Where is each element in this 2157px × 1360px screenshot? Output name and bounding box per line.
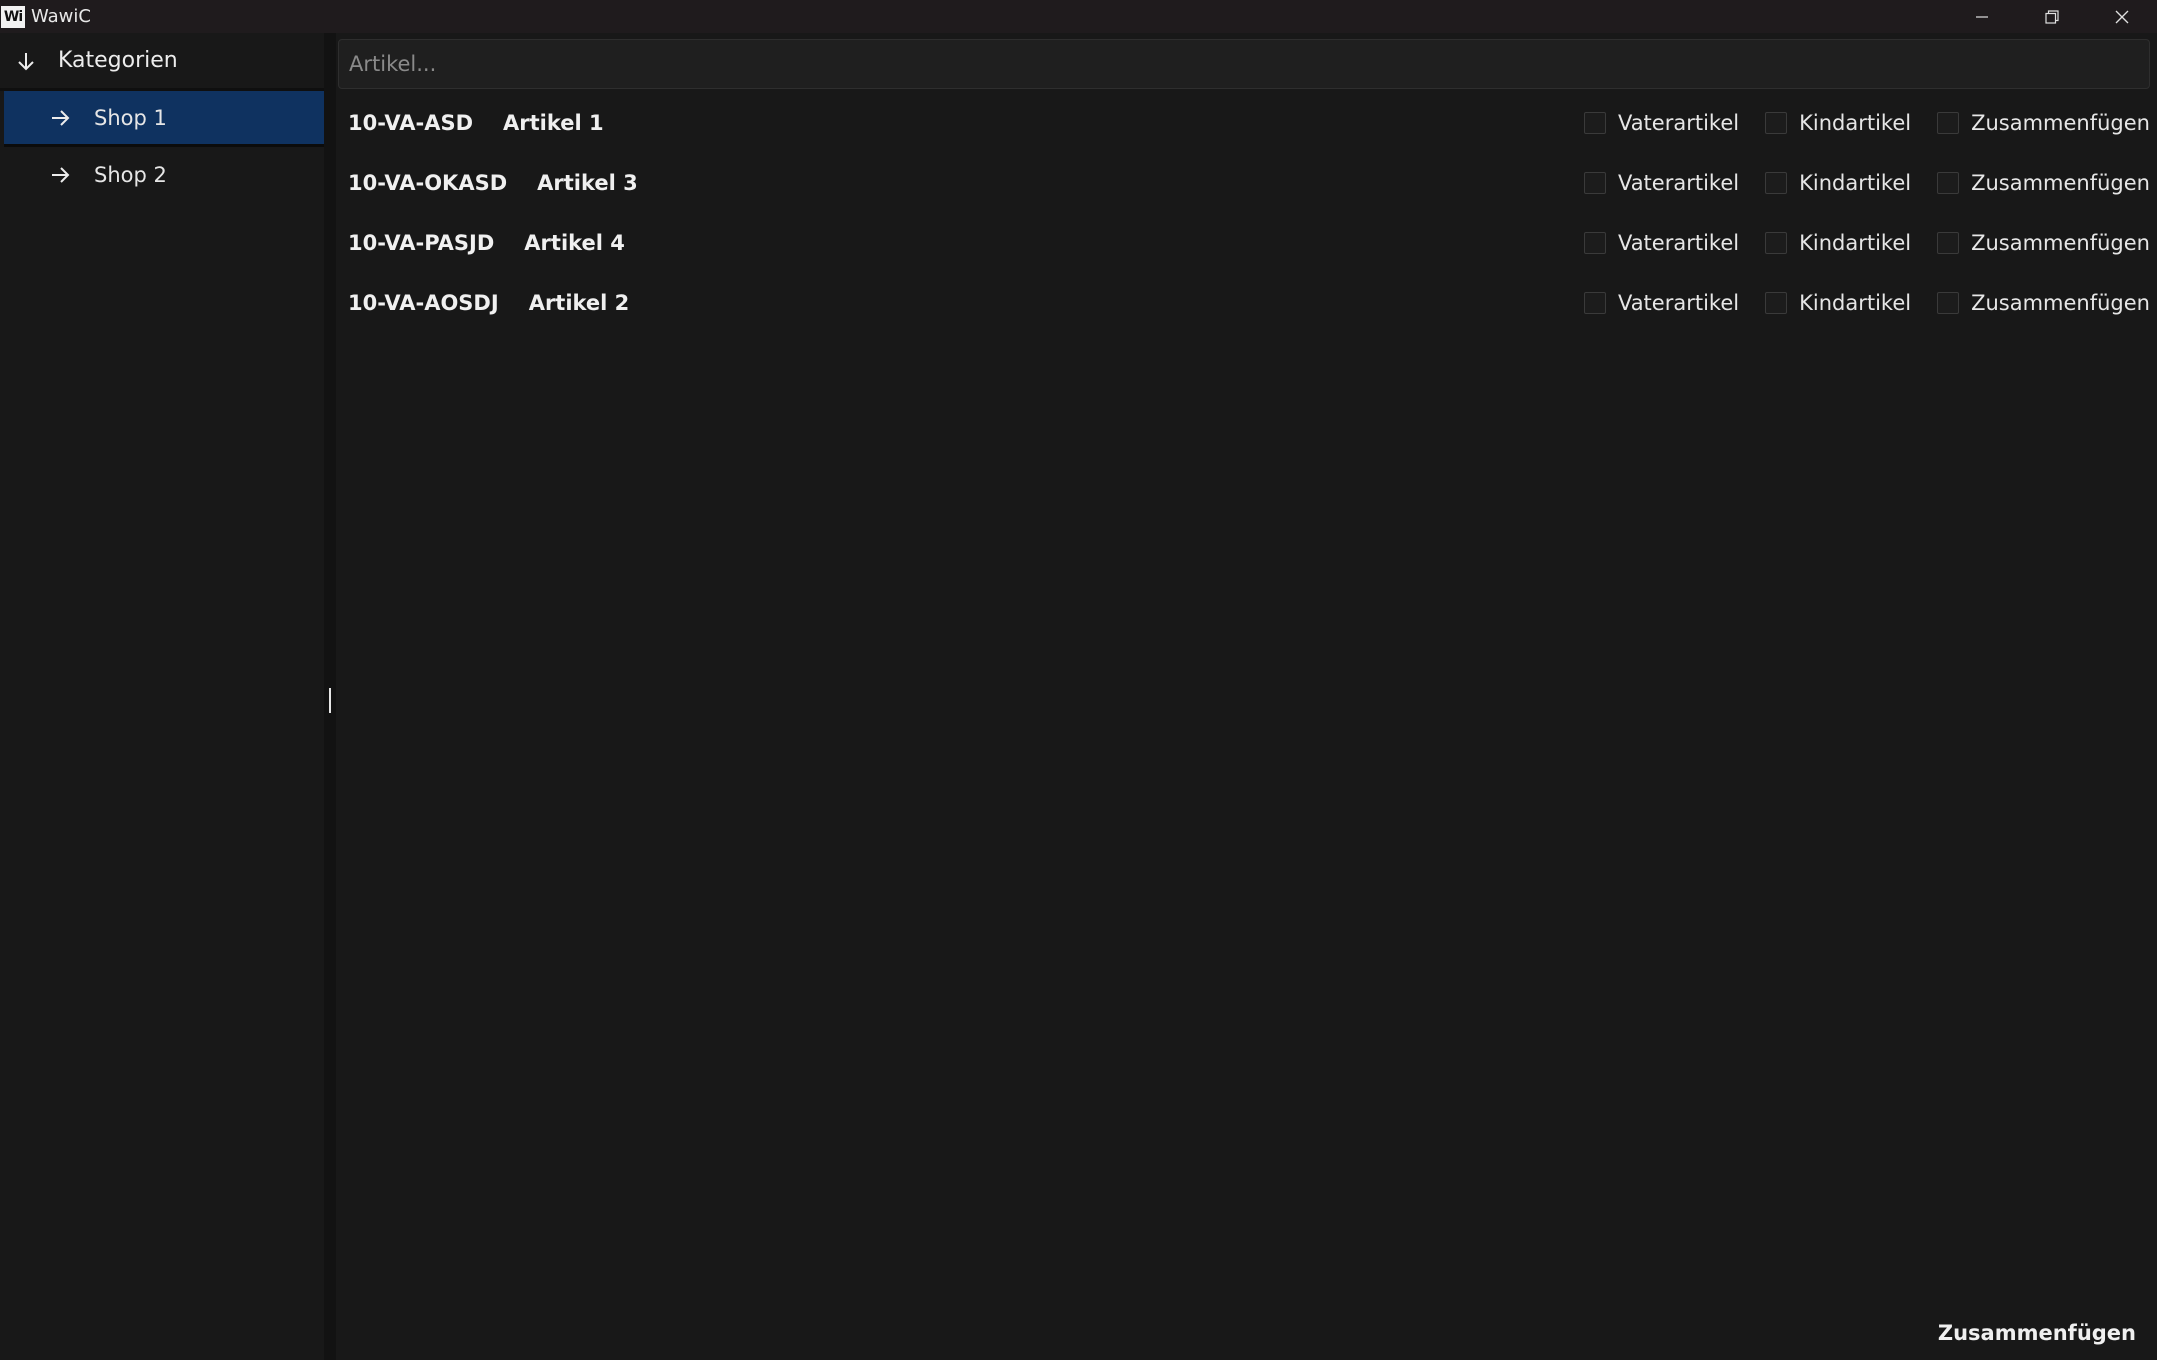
parent-article-label: Vaterartikel bbox=[1617, 171, 1740, 195]
text-cursor bbox=[329, 688, 331, 713]
merge-option[interactable]: Zusammenfügen bbox=[1937, 291, 2150, 315]
child-article-checkbox[interactable] bbox=[1765, 232, 1788, 254]
article-row: 10-VA-PASJD Artikel 4 Vaterartikel Kinda… bbox=[336, 213, 2157, 273]
merge-label: Zusammenfügen bbox=[1971, 231, 2150, 255]
arrow-down-icon bbox=[14, 49, 38, 73]
merge-label: Zusammenfügen bbox=[1971, 171, 2150, 195]
app-logo: Wi bbox=[1, 5, 25, 28]
window-title: WawiC bbox=[31, 6, 91, 27]
article-sku: 10-VA-ASD bbox=[348, 111, 474, 135]
article-name: Artikel 2 bbox=[528, 291, 630, 315]
parent-article-label: Vaterartikel bbox=[1617, 231, 1740, 255]
article-name: Artikel 3 bbox=[537, 171, 638, 195]
parent-article-checkbox[interactable] bbox=[1583, 172, 1606, 194]
article-search-input[interactable] bbox=[338, 39, 2150, 89]
parent-article-checkbox[interactable] bbox=[1583, 292, 1606, 314]
article-options: Vaterartikel Kindartikel Zusammenfügen bbox=[1558, 273, 2150, 333]
merge-checkbox[interactable] bbox=[1937, 292, 1960, 314]
article-sku: 10-VA-PASJD bbox=[348, 231, 495, 255]
child-article-option[interactable]: Kindartikel bbox=[1765, 171, 1911, 195]
merge-checkbox[interactable] bbox=[1937, 172, 1960, 194]
merge-button[interactable]: Zusammenfügen bbox=[1934, 1317, 2140, 1349]
parent-article-option[interactable]: Vaterartikel bbox=[1583, 171, 1740, 195]
arrow-right-icon bbox=[48, 163, 72, 187]
child-article-checkbox[interactable] bbox=[1765, 172, 1788, 194]
parent-article-option[interactable]: Vaterartikel bbox=[1583, 291, 1740, 315]
merge-label: Zusammenfügen bbox=[1971, 291, 2150, 315]
close-icon bbox=[2115, 10, 2129, 23]
child-article-label: Kindartikel bbox=[1799, 171, 1912, 195]
parent-article-option[interactable]: Vaterartikel bbox=[1583, 231, 1740, 255]
article-panel: 10-VA-ASD Artikel 1 Vaterartikel Kindart… bbox=[336, 33, 2157, 1360]
sidebar-item-shop-2[interactable]: Shop 2 bbox=[4, 147, 324, 203]
child-article-option[interactable]: Kindartikel bbox=[1765, 291, 1911, 315]
article-name: Artikel 4 bbox=[524, 231, 625, 255]
article-list: 10-VA-ASD Artikel 1 Vaterartikel Kindart… bbox=[336, 93, 2157, 333]
parent-article-label: Vaterartikel bbox=[1617, 111, 1740, 135]
restore-button[interactable] bbox=[2017, 0, 2087, 33]
categories-header[interactable]: Kategorien bbox=[0, 33, 324, 91]
article-row: 10-VA-OKASD Artikel 3 Vaterartikel Kinda… bbox=[336, 153, 2157, 213]
minimize-button[interactable] bbox=[1947, 0, 2017, 33]
merge-option[interactable]: Zusammenfügen bbox=[1937, 231, 2150, 255]
window-controls bbox=[1947, 0, 2157, 33]
categories-label: Kategorien bbox=[58, 48, 178, 73]
article-options: Vaterartikel Kindartikel Zusammenfügen bbox=[1558, 153, 2150, 213]
close-button[interactable] bbox=[2087, 0, 2157, 33]
restore-icon bbox=[2045, 9, 2059, 24]
parent-article-option[interactable]: Vaterartikel bbox=[1583, 111, 1740, 135]
article-name: Artikel 1 bbox=[503, 111, 604, 135]
arrow-right-icon bbox=[48, 106, 72, 130]
category-sidebar: Kategorien Shop 1 Shop 2 bbox=[0, 33, 324, 1360]
child-article-label: Kindartikel bbox=[1799, 231, 1912, 255]
article-sku: 10-VA-AOSDJ bbox=[348, 291, 499, 315]
article-row: 10-VA-ASD Artikel 1 Vaterartikel Kindart… bbox=[336, 93, 2157, 153]
merge-checkbox[interactable] bbox=[1937, 232, 1960, 254]
parent-article-checkbox[interactable] bbox=[1583, 112, 1606, 134]
merge-option[interactable]: Zusammenfügen bbox=[1937, 171, 2150, 195]
title-bar: Wi WawiC bbox=[0, 0, 2157, 33]
merge-option[interactable]: Zusammenfügen bbox=[1937, 111, 2150, 135]
child-article-option[interactable]: Kindartikel bbox=[1765, 231, 1911, 255]
child-article-checkbox[interactable] bbox=[1765, 112, 1788, 134]
sidebar-item-label: Shop 1 bbox=[94, 105, 167, 130]
parent-article-label: Vaterartikel bbox=[1617, 291, 1740, 315]
child-article-label: Kindartikel bbox=[1799, 111, 1912, 135]
sidebar-item-label: Shop 2 bbox=[94, 163, 167, 187]
merge-label: Zusammenfügen bbox=[1971, 111, 2150, 135]
minimize-icon bbox=[1976, 15, 1988, 18]
parent-article-checkbox[interactable] bbox=[1583, 232, 1606, 254]
article-options: Vaterartikel Kindartikel Zusammenfügen bbox=[1558, 213, 2150, 273]
article-row: 10-VA-AOSDJ Artikel 2 Vaterartikel Kinda… bbox=[336, 273, 2157, 333]
child-article-checkbox[interactable] bbox=[1765, 292, 1788, 314]
child-article-option[interactable]: Kindartikel bbox=[1765, 111, 1911, 135]
sidebar-item-shop-1[interactable]: Shop 1 bbox=[4, 91, 324, 147]
article-options: Vaterartikel Kindartikel Zusammenfügen bbox=[1558, 93, 2150, 153]
merge-checkbox[interactable] bbox=[1937, 112, 1960, 134]
child-article-label: Kindartikel bbox=[1799, 291, 1912, 315]
article-sku: 10-VA-OKASD bbox=[348, 171, 508, 195]
